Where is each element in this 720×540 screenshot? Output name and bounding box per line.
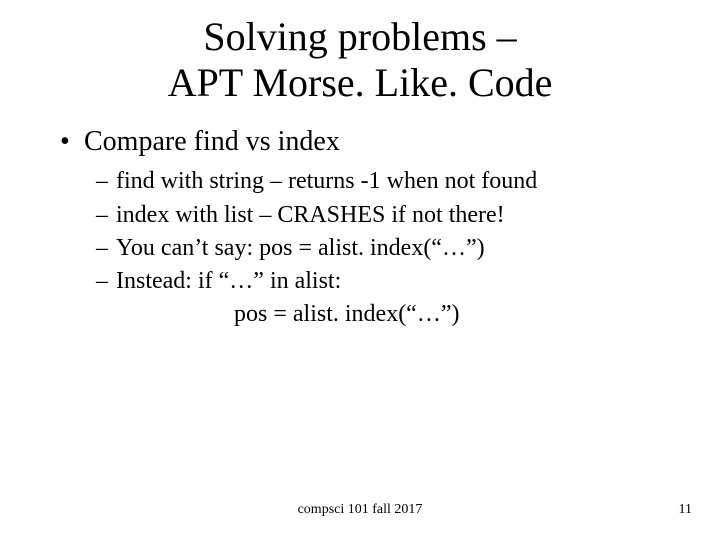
bullet-text: Compare find vs index: [84, 126, 340, 157]
continuation-line: pos = alist. index(“…”): [96, 299, 680, 330]
footer-center: compsci 101 fall 2017: [0, 502, 720, 518]
slide-body: Compare find vs index find with string –…: [0, 106, 720, 330]
slide-title: Solving problems – APT Morse. Like. Code: [0, 0, 720, 106]
slide-number: 11: [679, 502, 692, 518]
title-line-2: APT Morse. Like. Code: [0, 60, 720, 106]
bullet-level-1: Compare find vs index: [60, 124, 680, 160]
sub-bullet: You can’t say: pos = alist. index(“…”): [96, 233, 680, 264]
sub-bullet-text: You can’t say: pos = alist. index(“…”): [116, 235, 485, 261]
sub-bullet-text: index with list – CRASHES if not there!: [116, 202, 505, 228]
sub-bullet: Instead: if “…” in alist:: [96, 266, 680, 297]
sub-bullet-text: Instead: if “…” in alist:: [116, 268, 341, 294]
sub-bullet-text: find with string – returns -1 when not f…: [116, 168, 537, 194]
slide: Solving problems – APT Morse. Like. Code…: [0, 0, 720, 540]
sub-bullet: find with string – returns -1 when not f…: [96, 166, 680, 197]
sub-bullet: index with list – CRASHES if not there!: [96, 200, 680, 231]
sub-bullet-group: find with string – returns -1 when not f…: [60, 166, 680, 330]
title-line-1: Solving problems –: [0, 14, 720, 60]
